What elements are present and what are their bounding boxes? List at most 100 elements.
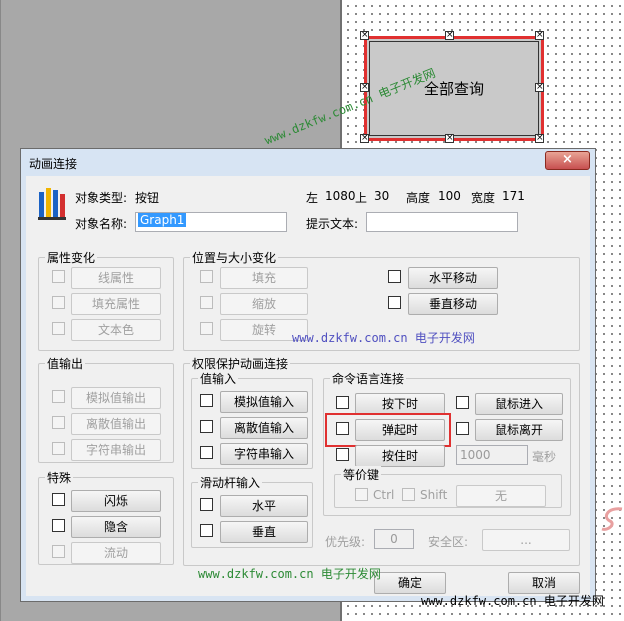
dialog-client: 对象类型: 按钮 左 1080 上 30 高度 100 宽度 171 对象名称:… [28,176,588,596]
checkbox-ctrl[interactable] [355,488,368,501]
group-pos-size-label: 位置与大小变化 [190,249,279,266]
checkbox-analog-out[interactable] [52,390,65,403]
btn-fill-attr[interactable]: 填充属性 [71,293,161,315]
ok-button[interactable]: 确定 [374,572,446,594]
group-value-input-label: 值输入 [198,370,239,387]
checkbox-discrete-out[interactable] [52,416,65,429]
checkbox-fill[interactable] [200,270,213,283]
security-label: 安全区: [428,535,469,549]
highlight-on-release [325,413,451,447]
btn-string-in[interactable]: 字符串输入 [220,443,308,465]
btn-discrete-in[interactable]: 离散值输入 [220,417,308,439]
animation-link-dialog: 动画连接 × 对象类型: 按钮 左 1080 上 30 高度 100 宽度 17… [20,148,596,602]
watermark-3: www.dzkfw.com.cn 电子开发网 [198,567,381,581]
checkbox-mouse-enter[interactable] [456,396,469,409]
checkbox-mouse-leave[interactable] [456,422,469,435]
resize-handle-tc[interactable] [445,28,454,42]
left-value: 1080 [325,189,356,203]
btn-security[interactable]: ... [482,529,570,551]
hold-unit: 毫秒 [532,450,557,464]
resize-handle-br[interactable] [535,131,544,145]
checkbox-on-hold[interactable] [336,448,349,461]
btn-fill[interactable]: 填充 [220,267,308,289]
width-label: 宽度 [471,191,496,205]
close-button[interactable]: × [545,151,590,170]
btn-scale[interactable]: 缩放 [220,293,308,315]
resize-handle-bc[interactable] [445,131,454,145]
checkbox-string-out[interactable] [52,442,65,455]
resize-handle-tr[interactable] [535,28,544,42]
group-attr-change-label: 属性变化 [45,249,98,266]
btn-h-move[interactable]: 水平移动 [408,267,498,289]
priority-label: 优先级: [325,535,366,549]
checkbox-slider-v[interactable] [200,524,213,537]
hold-interval-input[interactable]: 1000 [456,445,528,465]
cancel-button[interactable]: 取消 [508,572,580,594]
object-name-input[interactable]: Graph1 [135,212,287,232]
btn-mouse-leave[interactable]: 鼠标离开 [475,419,563,441]
checkbox-rotate[interactable] [200,322,213,335]
checkbox-flow[interactable] [52,545,65,558]
checkbox-blink[interactable] [52,493,65,506]
btn-text-color[interactable]: 文本色 [71,319,161,341]
btn-slider-h[interactable]: 水平 [220,495,308,517]
btn-flow[interactable]: 流动 [71,542,161,564]
btn-discrete-out[interactable]: 离散值输出 [71,413,161,435]
btn-slider-v[interactable]: 垂直 [220,521,308,543]
btn-analog-out[interactable]: 模拟值输出 [71,387,161,409]
height-value: 100 [438,189,461,203]
btn-on-press[interactable]: 按下时 [355,393,445,415]
close-icon: × [562,152,573,167]
group-hotkey-label: 等价键 [341,466,382,483]
btn-v-move[interactable]: 垂直移动 [408,293,498,315]
checkbox-analog-in[interactable] [200,394,213,407]
group-cmd-label: 命令语言连接 [330,370,407,387]
books-icon [38,188,66,220]
tooltip-label: 提示文本: [306,217,359,231]
checkbox-text-color[interactable] [52,322,65,335]
ctrl-label: Ctrl [373,488,395,502]
top-label: 上 [355,191,368,205]
checkbox-discrete-in[interactable] [200,420,213,433]
top-value: 30 [374,189,390,203]
object-type-value: 按钮 [135,191,160,205]
tooltip-input[interactable] [366,212,518,232]
checkbox-hide[interactable] [52,519,65,532]
group-special-label: 特殊 [45,469,74,486]
height-label: 高度 [406,191,431,205]
checkbox-h-move[interactable] [388,270,401,283]
btn-mouse-enter[interactable]: 鼠标进入 [475,393,563,415]
checkbox-fill-attr[interactable] [52,296,65,309]
object-type-label: 对象类型: [75,191,128,205]
dialog-title: 动画连接 [29,157,78,171]
checkbox-string-in[interactable] [200,446,213,459]
checkbox-slider-h[interactable] [200,498,213,511]
btn-hide[interactable]: 隐含 [71,516,161,538]
watermark-4: www.dzkfw.com.cn 电子开发网 [421,594,604,608]
resize-handle-bl[interactable] [360,131,369,145]
shift-label: Shift [420,488,448,502]
group-value-output-label: 值输出 [45,355,86,372]
watermark-2: www.dzkfw.com.cn 电子开发网 [292,331,475,345]
object-name-label: 对象名称: [75,217,128,231]
left-label: 左 [306,191,319,205]
checkbox-line-attr[interactable] [52,270,65,283]
width-value: 171 [502,189,525,203]
priority-input[interactable]: 0 [374,529,414,549]
btn-blink[interactable]: 闪烁 [71,490,161,512]
group-slider-label: 滑动杆输入 [198,474,263,491]
decorative-swirl-icon [601,507,623,531]
dialog-titlebar[interactable]: 动画连接 × [21,149,595,176]
object-name-value: Graph1 [138,213,187,227]
resize-handle-tl[interactable] [360,28,369,42]
checkbox-on-press[interactable] [336,396,349,409]
resize-handle-mr[interactable] [535,80,544,94]
btn-hotkey-key[interactable]: 无 [456,485,546,507]
btn-analog-in[interactable]: 模拟值输入 [220,391,308,413]
btn-line-attr[interactable]: 线属性 [71,267,161,289]
btn-on-hold[interactable]: 按住时 [355,445,445,467]
checkbox-v-move[interactable] [388,296,401,309]
checkbox-shift[interactable] [402,488,415,501]
checkbox-scale[interactable] [200,296,213,309]
btn-string-out[interactable]: 字符串输出 [71,439,161,461]
